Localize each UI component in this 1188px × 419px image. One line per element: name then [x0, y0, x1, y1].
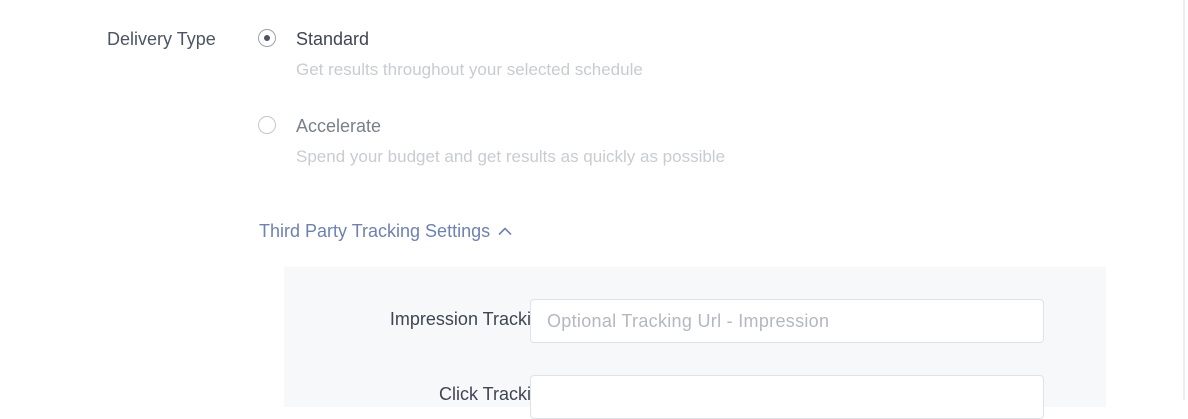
radio-button-accelerate[interactable] [258, 116, 276, 134]
click-tracking-url-input[interactable] [530, 375, 1044, 419]
chevron-up-icon [498, 227, 512, 235]
radio-description-accelerate: Spend your budget and get results as qui… [296, 147, 726, 166]
impression-tracking-url-input[interactable] [530, 299, 1044, 343]
radio-title-accelerate[interactable]: Accelerate [296, 115, 381, 137]
radio-button-standard[interactable] [258, 29, 276, 47]
radio-selected-dot [264, 35, 270, 41]
radio-description-standard: Get results throughout your selected sch… [296, 60, 643, 79]
tracking-settings-toggle[interactable]: Third Party Tracking Settings [259, 220, 512, 242]
tracking-settings-toggle-label: Third Party Tracking Settings [259, 221, 491, 241]
delivery-type-label: Delivery Type [107, 29, 216, 49]
right-divider [1183, 0, 1185, 400]
radio-title-standard[interactable]: Standard [296, 28, 369, 50]
